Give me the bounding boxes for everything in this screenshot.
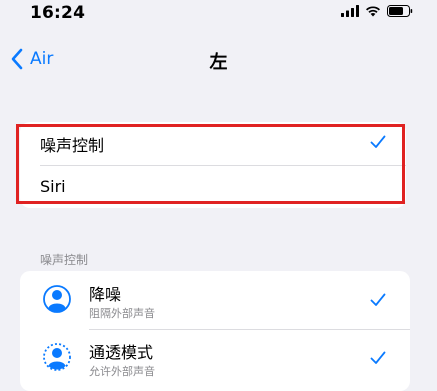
noise-control-group: 降噪 阻隔外部声音 通透模式 允许外部声音	[20, 271, 410, 391]
mode-noise-cancellation[interactable]: 降噪 阻隔外部声音	[20, 271, 410, 329]
mode-transparency[interactable]: 通透模式 允许外部声音	[20, 329, 410, 387]
mode-subtitle: 允许外部声音	[89, 365, 155, 378]
battery-icon	[387, 5, 413, 17]
status-icons	[341, 5, 413, 17]
wifi-icon	[366, 6, 380, 17]
checkmark-icon	[370, 293, 386, 306]
option-label: Siri	[40, 177, 66, 196]
mode-title: 降噪	[89, 285, 122, 304]
noise-cancellation-icon	[43, 285, 71, 313]
checkmark-icon	[370, 135, 386, 148]
nav-bar: Air 左	[0, 40, 437, 80]
mode-title: 通透模式	[89, 343, 154, 362]
transparency-icon	[43, 343, 71, 371]
status-time: 16:24	[30, 3, 86, 23]
option-siri[interactable]: Siri	[20, 165, 406, 208]
page-title: 左	[209, 52, 228, 73]
mode-subtitle: 阻隔外部声音	[89, 307, 155, 320]
section-header: 噪声控制	[40, 253, 89, 267]
press-options-group: 噪声控制 Siri	[20, 122, 406, 208]
status-bar: 16:24	[0, 0, 437, 30]
option-noise-control[interactable]: 噪声控制	[20, 122, 406, 165]
option-label: 噪声控制	[40, 135, 105, 155]
checkmark-icon	[370, 351, 386, 364]
signal-icon	[341, 5, 359, 17]
